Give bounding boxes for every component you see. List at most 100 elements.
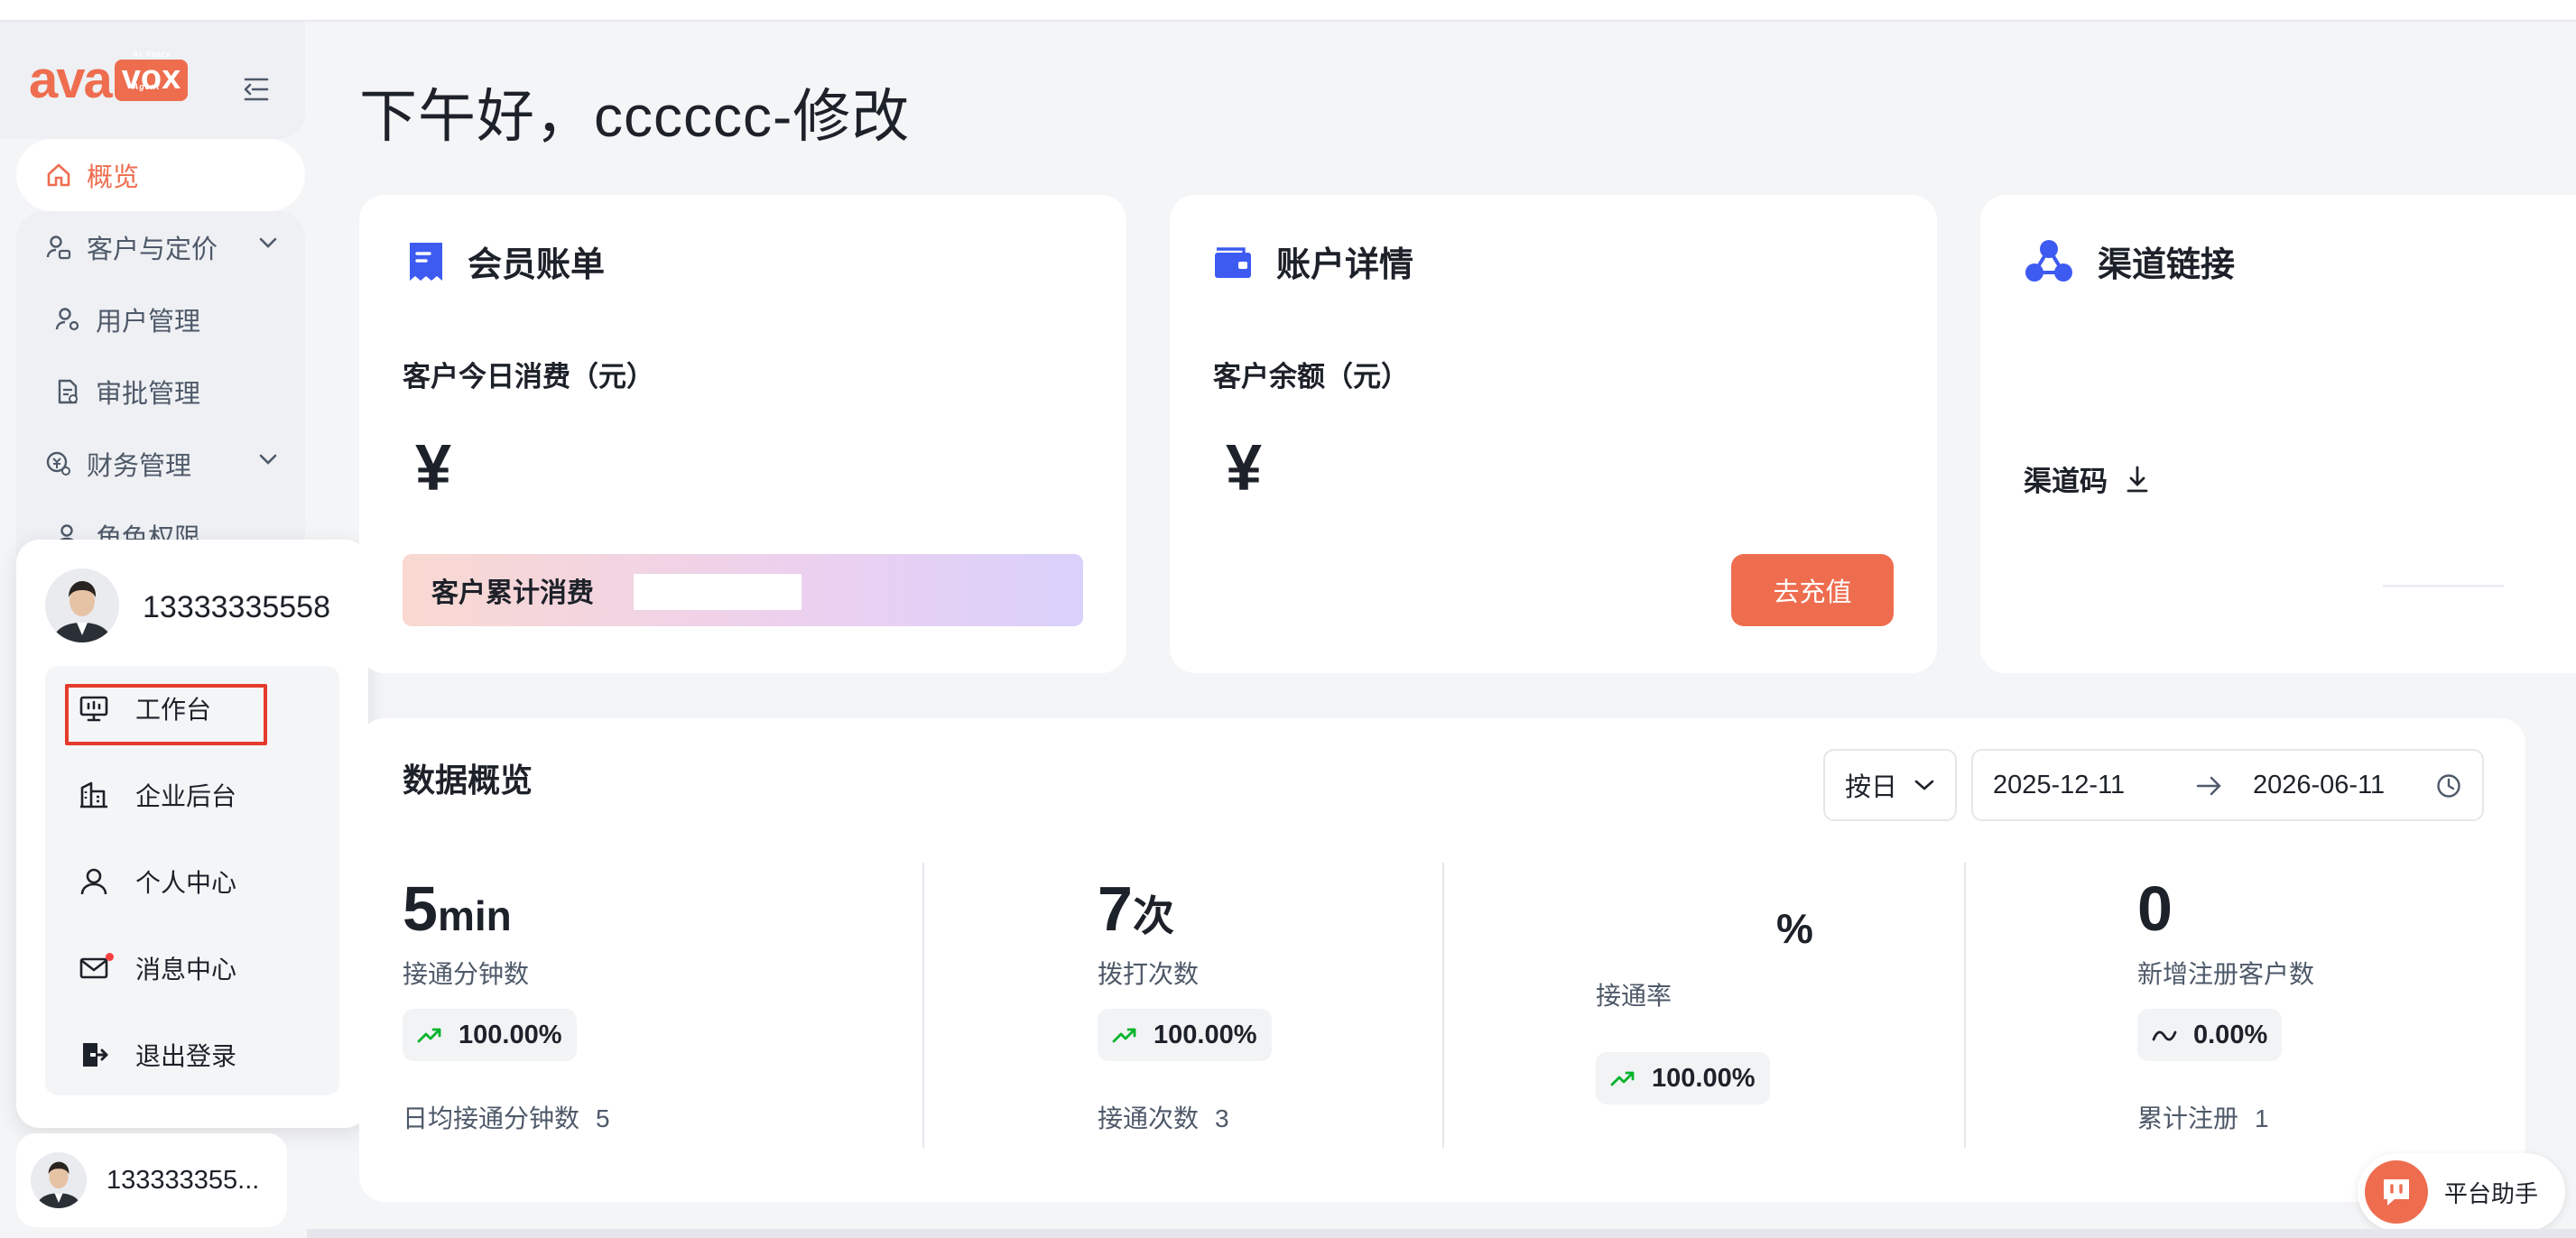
bottom-scroll-track xyxy=(307,1229,2576,1238)
connected-minutes-label: 接通分钟数 xyxy=(403,960,530,988)
menu-item-label: 消息中心 xyxy=(135,956,237,984)
avatar xyxy=(45,568,119,642)
clock-icon[interactable] xyxy=(2435,772,2462,799)
change-badge: 0.00% xyxy=(2137,1009,2283,1061)
card-title: 账户详情 xyxy=(1213,236,1413,286)
platform-assistant-button[interactable]: 平台助手 xyxy=(2358,1153,2565,1231)
arrow-right-icon xyxy=(2195,772,2222,799)
trend-up-icon xyxy=(417,1027,442,1043)
assistant-icon xyxy=(2365,1160,2428,1224)
unread-dot xyxy=(106,953,114,961)
data-overview-panel: 数据概览 按日 2025-12-11 2026-06-11 5min 接通分钟数… xyxy=(359,718,2525,1202)
document-check-icon xyxy=(52,378,83,405)
granularity-select[interactable]: 按日 xyxy=(1823,749,1957,821)
date-end[interactable]: 2026-06-11 xyxy=(2253,771,2385,800)
download-icon[interactable] xyxy=(2126,466,2149,493)
divider xyxy=(1964,863,1966,1148)
selection-highlight-box xyxy=(65,684,267,745)
sidebar-item-label: 用户管理 xyxy=(96,308,201,337)
user-name: 133333355... xyxy=(107,1165,260,1195)
new-customers-label: 新增注册客户数 xyxy=(2137,960,2315,988)
logo-ava: ava xyxy=(29,51,113,109)
sidebar-item-label: 客户与定价 xyxy=(87,236,218,264)
trend-up-icon xyxy=(1112,1027,1137,1043)
total-registered: 累计注册 1 xyxy=(2137,1104,2269,1132)
connect-rate-value: % xyxy=(1776,905,1813,952)
user-gear-icon xyxy=(52,306,83,333)
logo-vox: vox AI Voice Agent xyxy=(114,50,189,101)
user-phone: 13333335558 xyxy=(143,590,331,624)
menu-item-label: 个人中心 xyxy=(135,869,237,897)
person-icon xyxy=(76,866,112,897)
date-start[interactable]: 2025-12-11 xyxy=(1993,771,2125,800)
home-icon xyxy=(43,162,74,189)
logout-icon xyxy=(76,1039,112,1070)
receipt-icon xyxy=(408,241,444,282)
cumulative-spend-label: 客户累计消费 xyxy=(431,578,594,608)
change-badge: 100.00% xyxy=(403,1009,577,1061)
today-spend-value: ¥ xyxy=(415,432,452,504)
chevron-down-icon xyxy=(258,236,278,249)
sidebar-item-label: 财务管理 xyxy=(87,452,192,481)
sidebar-item-approval[interactable]: 审批管理 xyxy=(25,356,296,428)
connect-rate-label: 接通率 xyxy=(1596,982,1673,1010)
channel-icon xyxy=(2024,238,2074,285)
cumulative-spend-bar: 客户累计消费 xyxy=(403,554,1083,626)
trend-up-icon xyxy=(1610,1070,1635,1086)
sidebar-item-user-management[interactable]: 用户管理 xyxy=(25,283,296,356)
user-account-chip[interactable]: 133333355... xyxy=(16,1133,287,1227)
balance-label: 客户余额（元） xyxy=(1213,361,1409,393)
recharge-button[interactable]: 去充值 xyxy=(1731,554,1894,626)
card-title: 会员账单 xyxy=(408,236,605,286)
chevron-down-icon xyxy=(258,453,278,466)
account-detail-card: 账户详情 客户余额（元） ¥ 去充值 xyxy=(1170,195,1937,673)
channel-code-placeholder xyxy=(2383,585,2504,587)
change-badge: 100.00% xyxy=(1098,1009,1272,1061)
brand-logo[interactable]: ava vox AI Voice Agent xyxy=(29,49,189,112)
channel-link-card: 渠道链接 渠道码 xyxy=(1980,195,2576,673)
call-count-label: 拨打次数 xyxy=(1098,960,1200,988)
sidebar-item-label: 审批管理 xyxy=(96,380,201,409)
connected-count: 接通次数 3 xyxy=(1098,1104,1229,1132)
finance-icon xyxy=(43,450,74,477)
channel-code[interactable]: 渠道码 xyxy=(2024,458,2149,499)
menu-item-label: 退出登录 xyxy=(135,1042,237,1070)
trend-flat-icon xyxy=(2152,1027,2177,1043)
daily-avg-minutes: 日均接通分钟数 5 xyxy=(403,1104,610,1132)
mail-icon xyxy=(76,953,114,982)
sidebar-item-customers-pricing[interactable]: 客户与定价 xyxy=(16,211,305,283)
sidebar-item-label: 概览 xyxy=(87,163,140,192)
card-title: 渠道链接 xyxy=(2024,236,2235,286)
menu-item-enterprise-admin[interactable]: 企业后台 xyxy=(45,754,339,836)
logo-card: ava vox AI Voice Agent xyxy=(0,22,305,139)
user-tag-icon xyxy=(43,234,74,261)
balance-value: ¥ xyxy=(1226,432,1263,504)
sidebar-item-overview[interactable]: 概览 xyxy=(16,139,305,211)
window-top-border xyxy=(0,0,2576,22)
member-bill-card: 会员账单 客户今日消费（元） ¥ 客户累计消费 xyxy=(359,195,1126,673)
new-customers-value: 0 xyxy=(2137,873,2173,944)
collapse-menu-icon[interactable] xyxy=(242,76,271,103)
wallet-icon xyxy=(1213,244,1253,280)
section-title: 数据概览 xyxy=(403,762,533,799)
change-badge: 100.00% xyxy=(1596,1052,1770,1104)
menu-item-label: 企业后台 xyxy=(135,782,237,810)
call-count-value: 7次 xyxy=(1098,873,1174,944)
menu-item-profile[interactable]: 个人中心 xyxy=(45,841,339,922)
menu-item-logout[interactable]: 退出登录 xyxy=(45,1014,339,1095)
chevron-down-icon xyxy=(1913,779,1935,791)
date-range-picker[interactable]: 2025-12-11 2026-06-11 xyxy=(1971,749,2484,821)
sidebar-item-finance[interactable]: 财务管理 xyxy=(16,428,305,500)
page-title: 下午好，cccccc-修改 xyxy=(359,84,911,149)
assistant-label: 平台助手 xyxy=(2444,1179,2539,1207)
divider xyxy=(1442,863,1444,1148)
divider xyxy=(922,863,924,1148)
avatar xyxy=(31,1152,87,1208)
granularity-value: 按日 xyxy=(1845,773,1898,802)
building-icon xyxy=(76,781,112,809)
today-spend-label: 客户今日消费（元） xyxy=(403,361,654,393)
menu-item-messages[interactable]: 消息中心 xyxy=(45,928,339,1009)
connected-minutes-value: 5min xyxy=(403,873,512,944)
cumulative-spend-value xyxy=(634,574,802,610)
user-popup-menu: 13333335558 工作台 企业后台 个人中心 消息中心 退出登录 xyxy=(16,540,368,1128)
